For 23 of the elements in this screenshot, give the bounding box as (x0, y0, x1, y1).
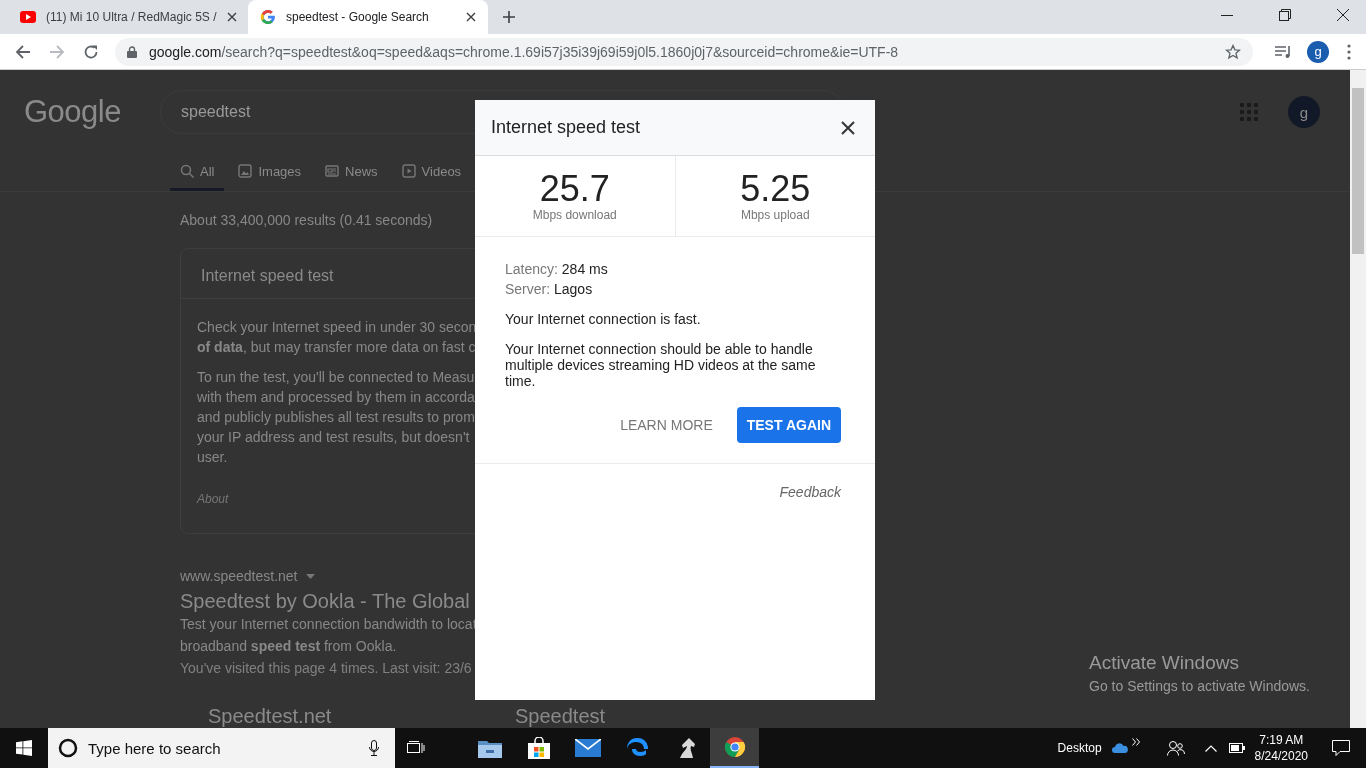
activation-text: Go to Settings to activate Windows. (1089, 678, 1310, 694)
result-stats: About 33,400,000 results (0.41 seconds) (180, 211, 433, 228)
detail-line: Server: Lagos (505, 280, 594, 299)
snippet-line: Test your Internet connection bandwidth to locat (180, 615, 477, 634)
dialog-title: Internet speed test (491, 117, 641, 138)
text-line: with them and processed by them in accorda (197, 387, 475, 407)
text-line: of data, but may transfer more data on fast c (197, 337, 476, 357)
visit-note: You've visited this page 4 times. Last visit: 23/6 (180, 659, 472, 678)
text-line: your IP address and test results, but doesn't (197, 427, 470, 447)
activation-title: Activate Windows (1089, 652, 1240, 674)
detail-line: Latency: 284 ms (505, 260, 609, 279)
snippet-line: broadband speed test from Ookla. (180, 637, 397, 656)
description-text: Your Internet connection should be able to handle multiple devices streaming HD videos at the same time. (505, 341, 817, 389)
url-text: google.com/search?q=speedtest&oq=speed&aqs=chrome.1.69i57j35i39j69i59j0l5.1860j0j7&sourceid=chrome&ie=UTF-8 (149, 43, 899, 60)
text-line: To run the test, you'll be connected to Measu (197, 367, 475, 387)
speed-value: 25.7 (539, 170, 610, 208)
verdict-text: Your Internet connection is fast. (505, 311, 702, 327)
speed-unit: Mbps download (532, 208, 617, 222)
speed-value: 5.25 (740, 170, 811, 208)
text-line: Check your Internet speed in under 30 secon (197, 317, 477, 337)
text-line: user. (197, 447, 228, 467)
text-line: and publicly publishes all test results to prom (197, 407, 475, 427)
speed-unit: Mbps upload (740, 208, 810, 222)
